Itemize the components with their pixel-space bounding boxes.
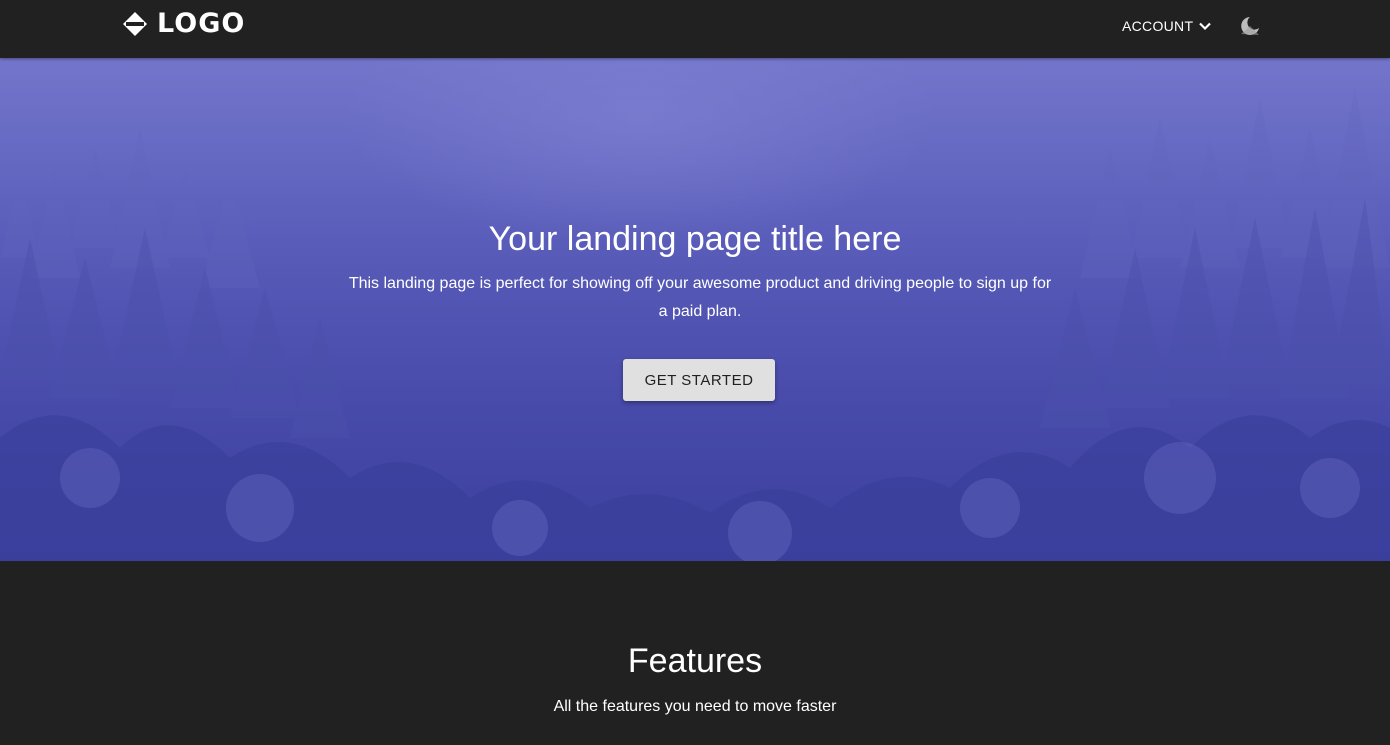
navbar: LOGO ACCOUNT	[0, 0, 1390, 58]
hero-title: Your landing page title here	[488, 220, 902, 258]
hero-section: Your landing page title here This landin…	[0, 58, 1390, 561]
account-menu-button[interactable]: ACCOUNT	[1122, 16, 1212, 36]
features-title: Features	[627, 642, 763, 680]
hero-subtitle: This landing page is perfect for showing…	[348, 275, 1052, 320]
dark-mode-toggle-icon[interactable]	[1238, 14, 1262, 38]
logo-link[interactable]: LOGO	[123, 10, 245, 38]
features-section: Features All the features you need to mo…	[0, 561, 1390, 745]
chevron-down-icon	[1198, 19, 1212, 33]
account-label: ACCOUNT	[1122, 18, 1194, 34]
get-started-button[interactable]: GET STARTED	[623, 359, 775, 401]
features-subtitle: All the features you need to move faster	[553, 698, 837, 715]
diamond-logo-icon	[123, 12, 147, 36]
logo-text: LOGO	[157, 8, 246, 39]
